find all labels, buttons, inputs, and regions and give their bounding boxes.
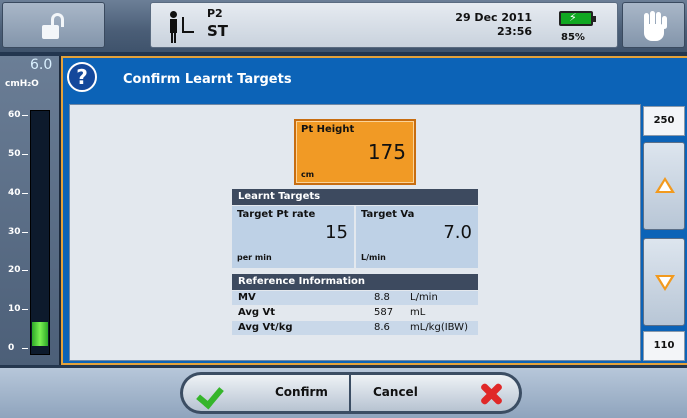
reference-information-header: Reference Information: [232, 274, 478, 290]
question-icon[interactable]: ?: [67, 62, 97, 92]
check-icon: [197, 380, 225, 406]
close-icon: [479, 382, 503, 406]
pt-height-label: Pt Height: [301, 124, 355, 135]
learnt-targets-header: Learnt Targets: [232, 189, 478, 205]
reference-information-header-label: Reference Information: [238, 276, 365, 287]
time-display: 23:56: [496, 25, 532, 38]
unlocked-padlock-icon: [42, 13, 66, 39]
gauge-tick-label: 30: [8, 226, 28, 237]
alarm-silence-button[interactable]: [622, 2, 685, 48]
pt-height-unit: cm: [301, 170, 315, 179]
gauge-tick-label: 0: [8, 343, 29, 353]
battery-percent: 85%: [561, 32, 585, 43]
gauge-tick-label: 50: [8, 148, 28, 159]
alarm-silence-hand-icon: [641, 9, 669, 43]
adjust-max-label: 250: [643, 106, 685, 136]
reference-row: Avg Vt/kg 8.6 mL/kg(IBW): [232, 321, 478, 335]
patient-status-panel[interactable]: P2 ST 29 Dec 2011 23:56 ⚡ 85%: [150, 2, 618, 48]
battery-icon: ⚡: [559, 11, 596, 26]
pressure-value: 6.0: [30, 57, 53, 73]
confirm-cancel-group: Confirm Cancel: [180, 372, 522, 414]
target-va-label: Target Va: [361, 209, 415, 220]
pt-height-field[interactable]: Pt Height 175 cm: [294, 119, 416, 185]
adjust-min-label: 110: [643, 331, 685, 361]
gauge-tick-label: 60: [8, 110, 28, 120]
reference-value: 8.6: [374, 322, 390, 333]
target-pt-rate-label: Target Pt rate: [237, 209, 316, 220]
date-display: 29 Dec 2011: [455, 11, 532, 24]
arrow-up-icon: [655, 177, 675, 193]
target-va: Target Va 7.0 L/min: [356, 206, 478, 268]
gauge-tick-label: 40: [8, 187, 28, 198]
pressure-gauge: 6.0 cmH₂O 60 50 40 30 20 10 0: [0, 56, 61, 365]
bottom-bar: Confirm Cancel: [0, 366, 687, 418]
pt-height-value: 175: [367, 140, 406, 164]
dialog-title: Confirm Learnt Targets: [123, 72, 292, 87]
target-pt-rate-value: 15: [325, 222, 348, 243]
reference-name: Avg Vt: [238, 307, 276, 318]
lock-button[interactable]: [2, 2, 105, 48]
pressure-unit: cmH₂O: [5, 79, 39, 89]
target-va-unit: L/min: [361, 253, 386, 262]
reference-row: Avg Vt 587 mL: [232, 306, 478, 320]
reference-row: MV 8.8 L/min: [232, 291, 478, 305]
confirm-learnt-targets-dialog: ? Confirm Learnt Targets Pt Height 175 c…: [61, 56, 687, 365]
reference-unit: L/min: [410, 292, 438, 303]
gauge-tick-label: 10: [8, 304, 28, 315]
arrow-down-icon: [655, 275, 675, 291]
cancel-label: Cancel: [373, 385, 418, 399]
gauge-tick-label: 20: [8, 265, 28, 276]
reference-value: 587: [374, 307, 394, 318]
decrease-button[interactable]: [643, 238, 685, 326]
reference-name: MV: [238, 292, 256, 303]
cancel-button[interactable]: Cancel: [351, 375, 519, 411]
status-bar: P2 ST 29 Dec 2011 23:56 ⚡ 85%: [0, 0, 687, 52]
target-pt-rate-unit: per min: [237, 253, 272, 262]
confirm-label: Confirm: [275, 385, 328, 399]
reference-value: 8.8: [374, 292, 390, 303]
reference-unit: mL: [410, 307, 426, 318]
dialog-content: Pt Height 175 cm Learnt Targets Target P…: [69, 104, 641, 361]
mode-name: ST: [207, 22, 229, 40]
learnt-targets-header-label: Learnt Targets: [238, 191, 321, 202]
target-pt-rate: Target Pt rate 15 per min: [232, 206, 354, 268]
target-va-value: 7.0: [443, 222, 472, 243]
pressure-bar-fill: [32, 322, 48, 346]
pressure-bar-track: [30, 110, 50, 355]
mode-code: P2: [207, 7, 223, 20]
increase-button[interactable]: [643, 142, 685, 230]
reference-unit: mL/kg(IBW): [410, 322, 468, 333]
confirm-button[interactable]: Confirm: [183, 375, 349, 411]
patient-category-icon: [167, 9, 197, 43]
reference-name: Avg Vt/kg: [238, 322, 293, 333]
